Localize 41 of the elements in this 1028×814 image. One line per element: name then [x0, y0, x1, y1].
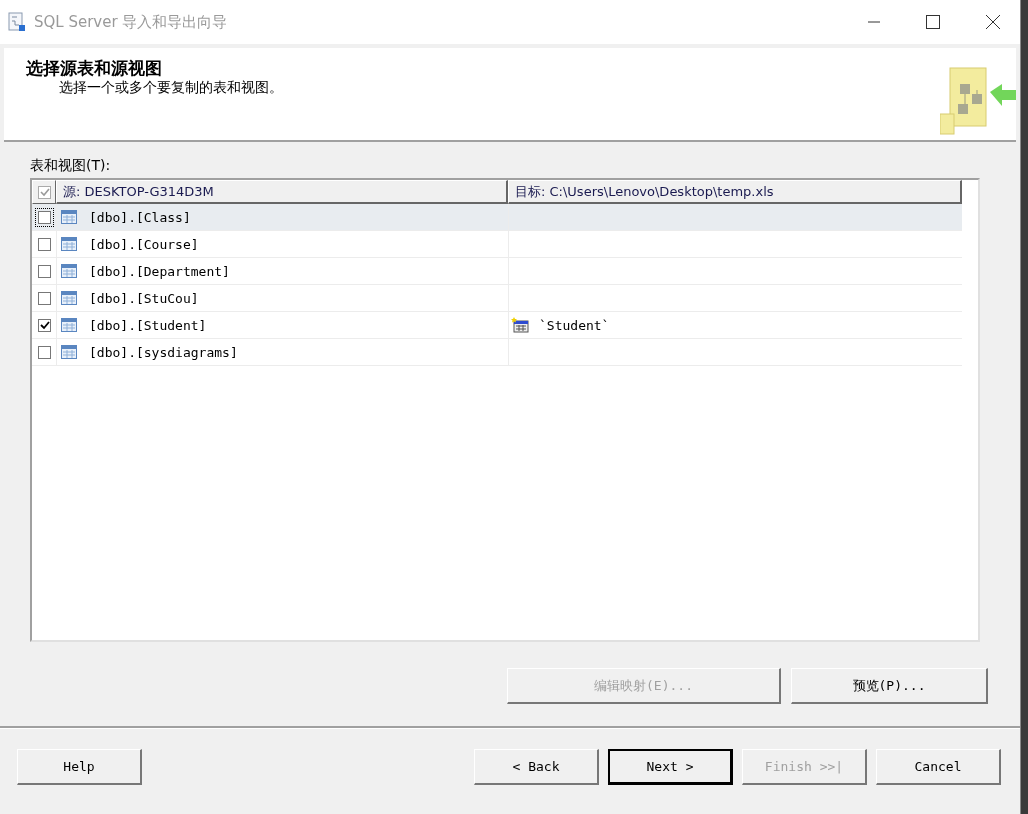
tables-label: 表和视图(T):: [30, 156, 112, 174]
action-button[interactable]: 预览(P)...: [791, 668, 988, 704]
destination-table-name: `Student`: [539, 317, 610, 333]
table-icon: [61, 237, 77, 251]
source-table-name: [dbo].[Course]: [89, 236, 199, 252]
row-checkbox[interactable]: [37, 291, 51, 305]
table-row[interactable]: [dbo].[sysdiagrams]: [32, 339, 962, 366]
column-header[interactable]: 目标: C:\Users\Lenovo\Desktop\temp.xls: [508, 180, 962, 204]
table-row[interactable]: [dbo].[Department]: [32, 258, 962, 285]
source-table-name: [dbo].[Student]: [89, 317, 207, 333]
wizard-button[interactable]: < Back: [474, 749, 599, 785]
close-icon[interactable]: [986, 15, 1000, 29]
maximize-icon[interactable]: [926, 15, 940, 29]
wizard-app-icon: [8, 12, 26, 32]
source-table-name: [dbo].[sysdiagrams]: [89, 344, 238, 360]
table-icon: [61, 291, 77, 305]
table-row[interactable]: [dbo].[StuCou]: [32, 285, 962, 312]
page-title: 选择源表和源视图: [26, 58, 163, 78]
row-checkbox[interactable]: [37, 318, 51, 332]
row-checkbox[interactable]: [37, 264, 51, 278]
source-table-name: [dbo].[Class]: [89, 209, 191, 225]
source-table-name: [dbo].[Department]: [89, 263, 230, 279]
column-header[interactable]: 源: DESKTOP-G314D3M: [56, 180, 508, 204]
table-icon: [61, 318, 77, 332]
row-checkbox[interactable]: [37, 345, 51, 359]
select-all-checkbox[interactable]: [37, 185, 51, 199]
new-table-icon: [511, 317, 529, 333]
table-icon: [61, 210, 77, 224]
wizard-button[interactable]: Cancel: [876, 749, 1001, 785]
page-subtitle: 选择一个或多个要复制的表和视图。: [58, 78, 283, 96]
table-icon: [61, 264, 77, 278]
window-title: SQL Server 导入和导出向导: [34, 12, 228, 32]
table-row[interactable]: [dbo].[Class]: [32, 204, 962, 231]
row-checkbox[interactable]: [37, 210, 51, 224]
table-row[interactable]: [dbo].[Student] `Student`: [32, 312, 962, 339]
table-row[interactable]: [dbo].[Course]: [32, 231, 962, 258]
table-icon: [61, 345, 77, 359]
source-table-name: [dbo].[StuCou]: [89, 290, 199, 306]
row-checkbox[interactable]: [37, 237, 51, 251]
wizard-button[interactable]: Next >: [608, 749, 733, 785]
wizard-button[interactable]: Help: [17, 749, 142, 785]
